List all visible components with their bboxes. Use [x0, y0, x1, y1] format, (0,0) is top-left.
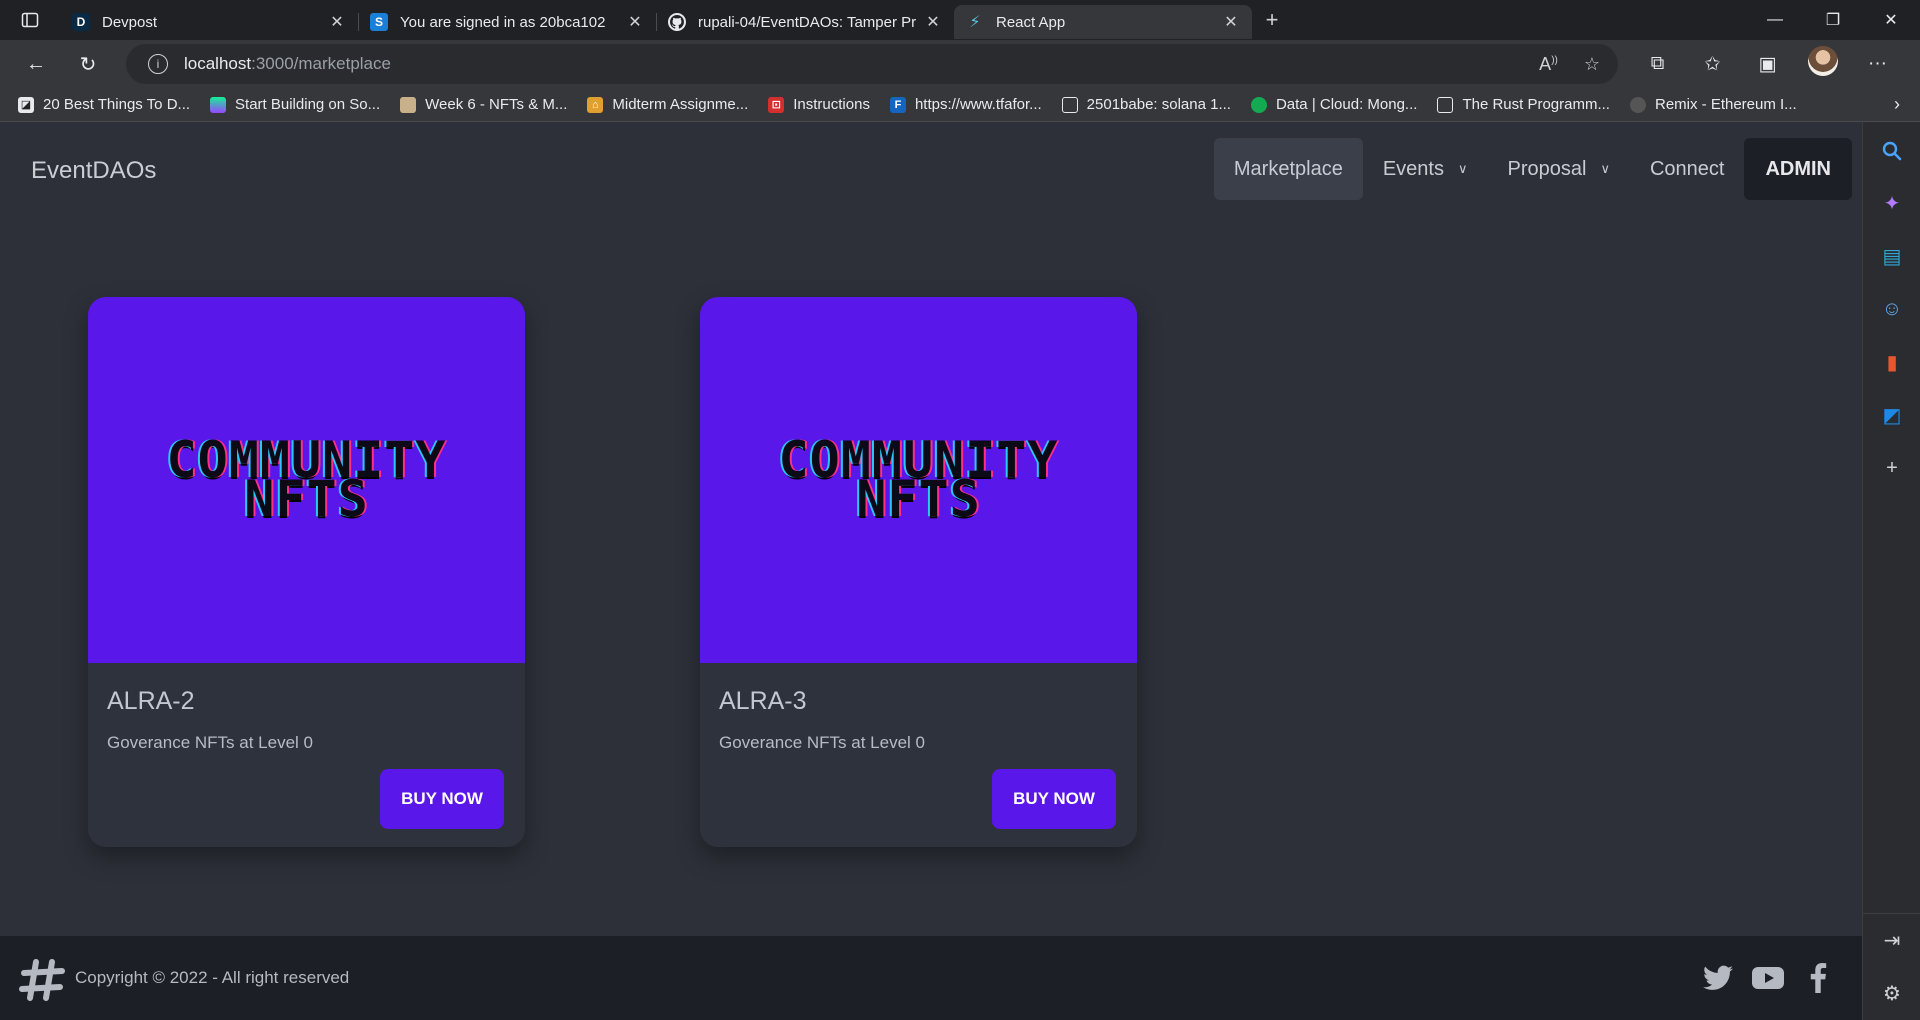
restore-button[interactable]: ❐	[1804, 0, 1862, 40]
copilot-sparkle-icon[interactable]: ✦	[1863, 177, 1920, 230]
browser-tab-strip: D Devpost ✕ S You are signed in as 20bca…	[0, 0, 1920, 40]
refresh-button[interactable]: ↻	[62, 40, 114, 88]
twitter-icon[interactable]	[1702, 962, 1734, 994]
tab-devpost[interactable]: D Devpost ✕	[60, 5, 358, 39]
close-icon[interactable]: ✕	[326, 12, 348, 32]
tab-actions-icon	[21, 12, 39, 28]
bookmark-item[interactable]: Remix - Ethereum I...	[1629, 96, 1797, 113]
footer: Copyright © 2022 - All right reserved	[0, 936, 1862, 1020]
s-icon: S	[370, 13, 388, 31]
bookmark-item[interactable]: Data | Cloud: Mong...	[1250, 96, 1417, 113]
tools-icon[interactable]: ☺	[1863, 283, 1920, 336]
chevron-down-icon: ∨	[1457, 161, 1468, 176]
back-button[interactable]: ←	[10, 40, 62, 88]
search-icon[interactable]	[1863, 124, 1920, 177]
mongodb-icon	[1250, 96, 1267, 113]
info-icon[interactable]: i	[148, 54, 168, 74]
github-icon	[668, 13, 686, 31]
shopping-icon[interactable]: ▤	[1863, 230, 1920, 283]
brand-logo[interactable]: EventDAOs	[31, 157, 156, 185]
browser-toolbar: ← ↻ i localhost:3000/marketplace A)) ☆ ⧉…	[0, 40, 1920, 88]
app-navbar: EventDAOs Marketplace Events ∨ Proposal ∨ …	[0, 122, 1862, 218]
house-icon: ⌂	[587, 96, 604, 113]
tab-title: React App	[996, 13, 1066, 31]
bookmark-item[interactable]: Fhttps://www.tfafor...	[889, 96, 1042, 113]
copyright-text: Copyright © 2022 - All right reserved	[75, 968, 350, 987]
close-window-button[interactable]: ✕	[1862, 0, 1920, 40]
tab-react-app[interactable]: ⚡ React App ✕	[954, 5, 1252, 39]
favorites-icon[interactable]: ✩	[1685, 53, 1740, 76]
nav-connect[interactable]: Connect	[1630, 138, 1745, 200]
social-links	[1702, 962, 1834, 994]
bookmark-icon	[400, 96, 417, 113]
hide-sidebar-icon[interactable]: ⇥	[1863, 914, 1920, 967]
outlook-icon[interactable]: ◩	[1863, 389, 1920, 442]
bookmark-item[interactable]: 2501babe: solana 1...	[1061, 96, 1231, 113]
bookmark-item[interactable]: ⌂ Midterm Assignme...	[587, 96, 748, 113]
nft-title: ALRA-3	[719, 687, 807, 715]
nft-description: Goverance NFTs at Level 0	[719, 733, 925, 752]
read-aloud-icon[interactable]: A))	[1539, 54, 1558, 75]
f-icon: F	[889, 96, 906, 113]
bookmark-item[interactable]: ⊡ Instructions	[768, 96, 870, 113]
nft-card: COMMUNITY NFTS ALRA-3 Goverance NFTs at …	[700, 297, 1137, 847]
page-icon	[1437, 96, 1454, 113]
bookmark-item[interactable]: ◪ 20 Best Things To D...	[18, 96, 190, 113]
tab-title: You are signed in as 20bca102	[400, 13, 606, 31]
bookmark-icon: ⊡	[768, 96, 785, 113]
bookmarks-bar: ◪ 20 Best Things To D... Start Building o…	[0, 88, 1920, 122]
close-icon[interactable]: ✕	[1220, 12, 1242, 32]
close-icon[interactable]: ✕	[624, 12, 646, 32]
bookmark-item[interactable]: Week 6 - NFTs & M...	[400, 96, 567, 113]
minimize-button[interactable]: —	[1746, 0, 1804, 40]
nft-title: ALRA-2	[107, 687, 195, 715]
nav-events[interactable]: Events ∨	[1363, 138, 1488, 200]
hashtag-logo-icon	[19, 959, 65, 1001]
url-host: localhost	[184, 54, 252, 73]
edge-sidebar: ✦ ▤ ☺ ▮ ◩ + ⇥ ⚙	[1862, 122, 1920, 1020]
window-controls: — ❐ ✕	[1746, 0, 1920, 40]
close-icon[interactable]: ✕	[922, 12, 944, 32]
chevron-right-icon[interactable]: ›	[1894, 94, 1900, 115]
more-options-icon[interactable]: ···	[1850, 53, 1905, 75]
nav-proposal[interactable]: Proposal ∨	[1488, 138, 1630, 200]
tab-title: Devpost	[102, 13, 158, 31]
app-root: EventDAOs Marketplace Events ∨ Proposal ∨ …	[0, 122, 1862, 1020]
nft-description: Goverance NFTs at Level 0	[107, 733, 313, 752]
nft-image: COMMUNITY NFTS	[700, 297, 1137, 663]
buy-now-button[interactable]: BUY NOW	[380, 769, 504, 829]
main-menu: Marketplace Events ∨ Proposal ∨ Connect AD…	[1213, 138, 1852, 200]
nft-image: COMMUNITY NFTS	[88, 297, 525, 663]
new-tab-button[interactable]: +	[1252, 7, 1292, 33]
office-icon[interactable]: ▮	[1863, 336, 1920, 389]
facebook-icon[interactable]	[1802, 962, 1834, 994]
tab-signed-in[interactable]: S You are signed in as 20bca102 ✕	[358, 5, 656, 39]
collections-icon[interactable]: ▣	[1740, 53, 1795, 76]
admin-button[interactable]: ADMIN	[1744, 138, 1852, 200]
react-icon: ⚡	[969, 14, 981, 31]
solana-icon	[210, 96, 227, 113]
settings-gear-icon[interactable]: ⚙	[1863, 967, 1920, 1020]
profile-avatar[interactable]	[1795, 46, 1850, 82]
devpost-icon: D	[72, 13, 90, 31]
buy-now-button[interactable]: BUY NOW	[992, 769, 1116, 829]
nav-marketplace[interactable]: Marketplace	[1213, 138, 1363, 200]
add-icon[interactable]: +	[1863, 442, 1920, 495]
tab-actions-button[interactable]	[0, 0, 60, 40]
tab-title: rupali-04/EventDAOs: Tamper Pr	[698, 13, 917, 31]
url-path: :3000/marketplace	[251, 54, 391, 73]
nft-card: COMMUNITY NFTS ALRA-2 Goverance NFTs at …	[88, 297, 525, 847]
extensions-icon[interactable]: ⧉	[1630, 53, 1685, 75]
bookmark-item[interactable]: Start Building on So...	[210, 96, 380, 113]
remix-icon	[1629, 96, 1646, 113]
address-bar[interactable]: i localhost:3000/marketplace A)) ☆	[126, 44, 1618, 84]
page-icon	[1061, 96, 1078, 113]
bookmark-item[interactable]: The Rust Programm...	[1437, 96, 1610, 113]
tab-github[interactable]: rupali-04/EventDAOs: Tamper Pr ✕	[656, 5, 954, 39]
bookmark-icon: ◪	[18, 96, 34, 113]
add-favorite-icon[interactable]: ☆	[1584, 54, 1600, 75]
chevron-down-icon: ∨	[1600, 161, 1610, 176]
youtube-icon[interactable]	[1752, 962, 1784, 994]
